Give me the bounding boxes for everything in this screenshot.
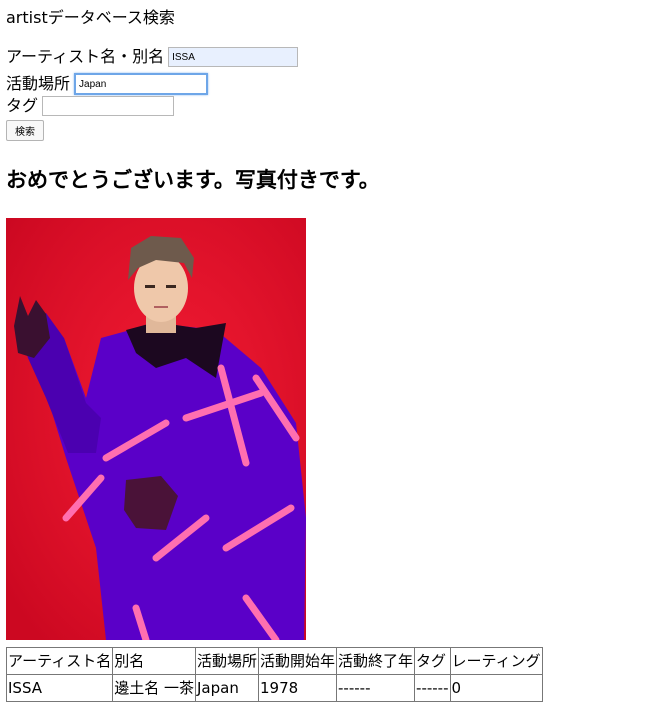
- column-header: 活動終了年: [336, 647, 416, 675]
- artist-photo: [6, 218, 306, 640]
- results-table-body: アーティスト名 別名 活動場所 活動開始年 活動終了年 タグ レーティング ISSA 邊土名 一…: [5, 647, 543, 702]
- artist-name-input[interactable]: [168, 47, 299, 67]
- column-header: レーティング: [449, 647, 543, 675]
- table-cell: Japan: [194, 674, 260, 702]
- activity-place-row: 活動場所: [6, 73, 209, 95]
- mouth: [154, 306, 168, 308]
- table-header-row: アーティスト名 別名 活動場所 活動開始年 活動終了年 タグ レーティング: [5, 647, 543, 675]
- column-header: アーティスト名: [5, 647, 114, 675]
- tag-input[interactable]: [42, 96, 175, 116]
- page-title: artistデータベース検索: [6, 8, 175, 27]
- activity-place-label: 活動場所: [6, 74, 71, 93]
- table-cell: 0: [449, 674, 543, 702]
- table-cell: ------: [414, 674, 451, 702]
- table-cell: 1978: [257, 674, 338, 702]
- activity-place-input[interactable]: [74, 73, 209, 95]
- result-message: おめでとうございます。写真付きです。: [6, 168, 380, 192]
- table-row: ISSA 邊土名 一茶 Japan 1978 ------ ------ 0: [5, 674, 543, 702]
- tag-row: タグ: [6, 96, 175, 116]
- column-header: 別名: [112, 647, 196, 675]
- artist-name-label: アーティスト名・別名: [6, 47, 165, 66]
- page: artistデータベース検索 アーティスト名・別名 活動場所 タグ 検索 おめで…: [0, 0, 656, 715]
- column-header: 活動場所: [194, 647, 260, 675]
- table-cell: 邊土名 一茶: [112, 674, 196, 702]
- results-table: アーティスト名 別名 活動場所 活動開始年 活動終了年 タグ レーティング ISSA 邊土名 一…: [5, 647, 543, 702]
- search-button[interactable]: 検索: [6, 120, 44, 141]
- artist-name-row: アーティスト名・別名: [6, 47, 299, 67]
- table-cell: ------: [336, 674, 416, 702]
- eye-left: [145, 285, 155, 288]
- table-cell: ISSA: [5, 674, 114, 702]
- column-header: タグ: [414, 647, 451, 675]
- tag-label: タグ: [6, 96, 39, 115]
- column-header: 活動開始年: [257, 647, 338, 675]
- eye-right: [166, 285, 176, 288]
